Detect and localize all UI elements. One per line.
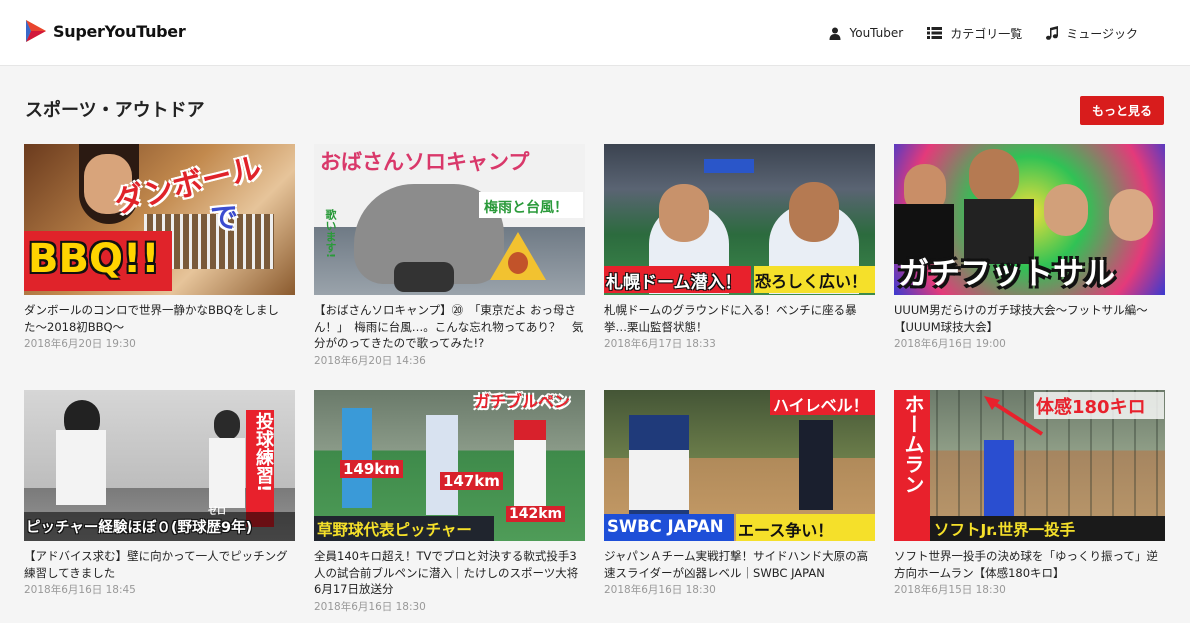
thumbnail-caption: ホームラン <box>901 394 925 494</box>
video-thumbnail[interactable]: ガチブルペン 149km 147km 142km 草野球代表ピッチャー <box>314 390 585 541</box>
thumbnail-caption: おばさんソロキャンプ <box>320 150 530 174</box>
play-logo-icon <box>26 20 46 42</box>
nav-categories[interactable]: カテゴリ一覧 <box>927 25 1022 42</box>
top-nav: YouTuber カテゴリ一覧 ミュージック <box>805 0 1138 66</box>
video-title[interactable]: ジャパンＡチーム実戦打撃！サイドハンド大原の高速スライダーが凶器レベル｜SWBC… <box>604 548 875 581</box>
thumbnail-caption: ゼロ <box>208 507 227 517</box>
video-title[interactable]: ダンボールのコンロで世界一静かなBBQをしました〜2018初BBQ〜 <box>24 302 295 335</box>
thumbnail-caption: 142km <box>506 506 566 522</box>
thumbnail-caption: ハイレベル！ <box>773 396 869 415</box>
video-card[interactable]: おばさんソロキャンプ 梅雨と台風！ 歌います! 【おばさんソロキャンプ】⑳ 「東… <box>314 144 585 368</box>
video-thumbnail[interactable]: 投球練習! ピッチャー経験ほぼ０(野球歴9年) ゼロ <box>24 390 295 541</box>
video-card[interactable]: ダンボール で BBQ!! ダンボールのコンロで世界一静かなBBQをしました〜2… <box>24 144 295 351</box>
video-date: 2018年6月16日 18:30 <box>314 600 426 613</box>
video-card[interactable]: ホームラン 体感180キロ ソフトJr.世界一投手 ソフト世界一投手の決め球を「… <box>894 390 1165 597</box>
nav-music[interactable]: ミュージック <box>1046 25 1138 42</box>
video-date: 2018年6月16日 19:00 <box>894 338 1006 350</box>
thumbnail-caption: 149km <box>340 460 403 478</box>
thumbnail-caption: 草野球代表ピッチャー <box>317 521 472 539</box>
music-note-icon <box>1046 26 1059 40</box>
nav-categories-label: カテゴリ一覧 <box>950 26 1023 41</box>
site-logo[interactable]: SuperYouTuber <box>25 19 186 43</box>
video-title[interactable]: 【おばさんソロキャンプ】⑳ 「東京だよ おっ母さん！」 梅雨に台風…。こんな忘れ… <box>314 302 585 352</box>
video-thumbnail[interactable]: ホームラン 体感180キロ ソフトJr.世界一投手 <box>894 390 1165 541</box>
nav-music-label: ミュージック <box>1066 26 1138 41</box>
video-thumbnail[interactable]: ガチフットサル <box>894 144 1165 295</box>
video-card[interactable]: 投球練習! ピッチャー経験ほぼ０(野球歴9年) ゼロ 【アドバイス求む】壁に向か… <box>24 390 295 597</box>
nav-youtuber[interactable]: YouTuber <box>829 26 903 40</box>
thumbnail-caption: 投球練習! <box>253 412 274 493</box>
video-card[interactable]: ガチブルペン 149km 147km 142km 草野球代表ピッチャー 全員14… <box>314 390 585 614</box>
arrow-graphic <box>984 396 1044 436</box>
video-thumbnail[interactable]: おばさんソロキャンプ 梅雨と台風！ 歌います! <box>314 144 585 295</box>
video-card[interactable]: 札幌ドーム潜入！ 恐ろしく広い！ 札幌ドームのグラウンドに入る！ベンチに座る暴挙… <box>604 144 875 351</box>
site-header: SuperYouTuber YouTuber カテゴリ一覧 ミュージック <box>0 0 1190 66</box>
nav-youtuber-label: YouTuber <box>849 26 904 40</box>
thumbnail-caption: 梅雨と台風！ <box>484 200 568 216</box>
video-title[interactable]: 【アドバイス求む】壁に向かって一人でピッチング練習してきました <box>24 548 295 581</box>
thumbnail-caption: 札幌ドーム潜入！ <box>606 273 742 293</box>
video-thumbnail[interactable]: 札幌ドーム潜入！ 恐ろしく広い！ <box>604 144 875 295</box>
thumbnail-caption: で <box>210 201 239 234</box>
video-card[interactable]: ガチフットサル UUUM男だらけのガチ球技大会〜フットサル編〜【UUUM球技大会… <box>894 144 1165 351</box>
thumbnail-caption: ガチブルペン <box>474 392 571 411</box>
thumbnail-caption: 体感180キロ <box>1036 397 1146 418</box>
thumbnail-caption: BBQ!! <box>28 236 160 282</box>
video-date: 2018年6月20日 19:30 <box>24 338 136 350</box>
thumbnail-caption: ピッチャー経験ほぼ０(野球歴9年) <box>26 520 253 536</box>
video-card[interactable]: ハイレベル！ SWBC JAPAN エース争い！ ジャパンＡチーム実戦打撃！サイ… <box>604 390 875 597</box>
video-thumbnail[interactable]: ダンボール で BBQ!! <box>24 144 295 295</box>
section-header: スポーツ・アウトドア もっと見る <box>25 96 1164 126</box>
video-date: 2018年6月20日 14:36 <box>314 354 426 367</box>
video-date: 2018年6月16日 18:45 <box>24 584 136 596</box>
thumbnail-caption: エース争い！ <box>738 521 834 540</box>
video-title[interactable]: 札幌ドームのグラウンドに入る！ベンチに座る暴挙…栗山監督状態！ <box>604 302 875 335</box>
video-thumbnail[interactable]: ハイレベル！ SWBC JAPAN エース争い！ <box>604 390 875 541</box>
more-button[interactable]: もっと見る <box>1080 96 1164 125</box>
video-date: 2018年6月17日 18:33 <box>604 338 716 350</box>
thumbnail-caption: ソフトJr.世界一投手 <box>934 521 1076 539</box>
video-date: 2018年6月16日 18:30 <box>604 584 716 596</box>
section-title: スポーツ・アウトドア <box>25 100 205 121</box>
video-title[interactable]: 全員140キロ超え！TVでプロと対決する軟式投手3人の試合前ブルペンに潜入｜たけ… <box>314 548 585 598</box>
video-title[interactable]: UUUM男だらけのガチ球技大会〜フットサル編〜【UUUM球技大会】 <box>894 302 1165 335</box>
thumbnail-caption: SWBC JAPAN <box>607 517 724 536</box>
thumbnail-caption: 147km <box>440 472 503 490</box>
video-date: 2018年6月15日 18:30 <box>894 584 1006 596</box>
thumbnail-caption: 恐ろしく広い！ <box>755 272 868 291</box>
thumbnail-caption: ガチフットサル <box>898 256 1115 292</box>
list-icon <box>927 27 943 39</box>
person-icon <box>829 27 841 40</box>
thumbnail-caption: 歌います! <box>324 209 337 259</box>
video-title[interactable]: ソフト世界一投手の決め球を「ゆっくり振って」逆方向ホームラン【体感180キロ】 <box>894 548 1165 581</box>
brand-name: SuperYouTuber <box>53 21 186 41</box>
